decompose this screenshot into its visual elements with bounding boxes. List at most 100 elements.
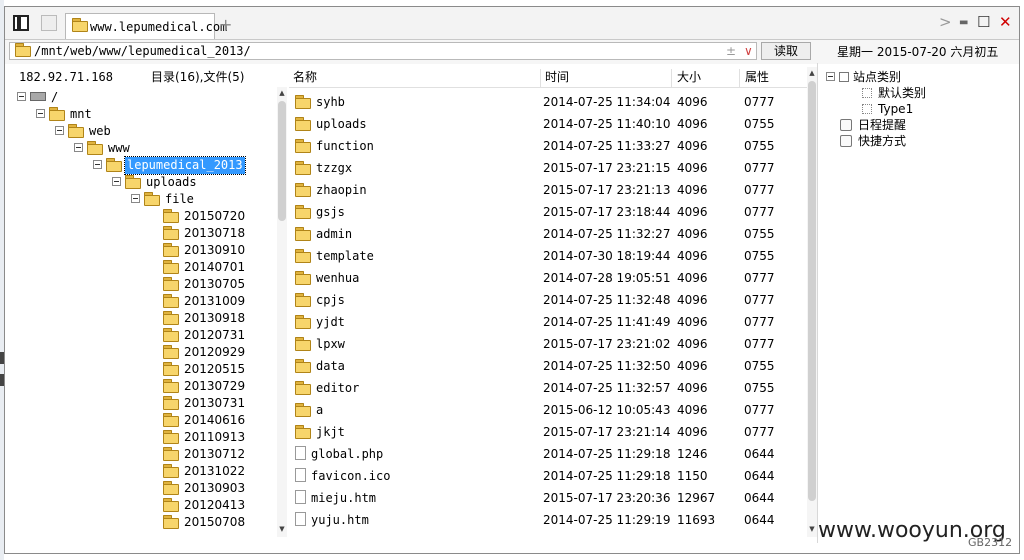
column-header-size[interactable]: 大小: [677, 67, 701, 89]
collapse-icon[interactable]: [93, 160, 102, 169]
folder-icon: [163, 209, 179, 223]
file-row[interactable]: syhb 2014-07-25 11:34:04 4096 0777: [289, 91, 807, 113]
minimize-icon[interactable]: ▬: [959, 17, 968, 28]
file-row[interactable]: wenhua 2014-07-28 19:05:51 4096 0777: [289, 267, 807, 289]
tree-node[interactable]: web: [55, 123, 113, 140]
file-attr: 0777: [744, 425, 775, 439]
tree-node[interactable]: 20120515: [150, 361, 247, 378]
file-row[interactable]: template 2014-07-30 18:19:44 4096 0755: [289, 245, 807, 267]
tree-node[interactable]: 20150720: [150, 208, 247, 225]
tree-node[interactable]: 20130712: [150, 446, 247, 463]
tree-node[interactable]: 20130718: [150, 225, 247, 242]
tree-scroll-thumb[interactable]: [278, 101, 286, 221]
tab-lepumedical[interactable]: www.lepumedical.com: [65, 13, 227, 39]
side-tree-node[interactable]: 快捷方式: [826, 133, 906, 149]
forward-icon[interactable]: >: [939, 13, 952, 31]
file-row[interactable]: a 2015-06-12 10:05:43 4096 0777: [289, 399, 807, 421]
file-row[interactable]: favicon.ico 2014-07-25 11:29:18 1150 0644: [289, 465, 807, 487]
column-header-attr[interactable]: 属性: [745, 67, 769, 89]
tree-node[interactable]: 20120929: [150, 344, 247, 361]
file-row[interactable]: jkjt 2015-07-17 23:21:14 4096 0777: [289, 421, 807, 443]
tree-node[interactable]: 20110913: [150, 429, 247, 446]
title-bar: www.lepumedical.com + > ▬ ☐ ✕: [5, 7, 1019, 40]
file-name-cell: jkjt: [295, 421, 345, 443]
tree-node[interactable]: 20120413: [150, 497, 247, 514]
tree-node[interactable]: 20130918: [150, 310, 247, 327]
category-item-icon: [862, 103, 872, 114]
tree-node[interactable]: 20150708: [150, 514, 247, 531]
collapse-icon[interactable]: [112, 177, 121, 186]
tree-node[interactable]: 20131022: [150, 463, 247, 480]
tree-node[interactable]: file: [131, 191, 196, 208]
drive-icon: [30, 92, 46, 101]
tree-node[interactable]: 20131009: [150, 293, 247, 310]
panel-toggle-icon[interactable]: [13, 15, 29, 31]
file-row[interactable]: function 2014-07-25 11:33:27 4096 0755: [289, 135, 807, 157]
collapse-icon[interactable]: [74, 143, 83, 152]
collapse-icon[interactable]: [17, 92, 26, 101]
chevron-down-icon[interactable]: ∨: [744, 44, 753, 58]
tree-node[interactable]: lepumedical_2013: [93, 156, 246, 175]
file-row[interactable]: admin 2014-07-25 11:32:27 4096 0755: [289, 223, 807, 245]
path-input[interactable]: /mnt/web/www/lepumedical_2013/ ± ∨: [9, 42, 757, 60]
tree-node[interactable]: mnt: [36, 106, 94, 123]
tree-node[interactable]: 20130903: [150, 480, 247, 497]
file-row[interactable]: uploads 2014-07-25 11:40:10 4096 0755: [289, 113, 807, 135]
column-header-name[interactable]: 名称: [293, 67, 317, 89]
scroll-down-icon[interactable]: ▼: [277, 525, 287, 533]
column-header-time[interactable]: 时间: [545, 67, 569, 89]
folder-icon: [163, 294, 179, 308]
tree-node[interactable]: /: [17, 89, 60, 106]
folder-icon: [163, 447, 179, 461]
file-attr: 0755: [744, 227, 775, 241]
collapse-icon[interactable]: [826, 72, 835, 81]
side-tree-node[interactable]: Type1: [862, 101, 913, 117]
folder-icon: [163, 311, 179, 325]
file-row[interactable]: zhaopin 2015-07-17 23:21:13 4096 0777: [289, 179, 807, 201]
new-tab-icon[interactable]: [41, 15, 57, 31]
file-row[interactable]: yjdt 2014-07-25 11:41:49 4096 0777: [289, 311, 807, 333]
file-row[interactable]: global.php 2014-07-25 11:29:18 1246 0644: [289, 443, 807, 465]
tree-node[interactable]: 20130910: [150, 242, 247, 259]
list-scroll-thumb[interactable]: [808, 81, 816, 501]
file-name-cell: mieju.htm: [295, 487, 376, 509]
side-tree-node[interactable]: 默认类别: [862, 85, 926, 101]
side-tree-node[interactable]: 日程提醒: [826, 117, 906, 133]
file-attr: 0644: [744, 513, 775, 527]
file-row[interactable]: yuju.htm 2014-07-25 11:29:19 11693 0644: [289, 509, 807, 531]
tree-node[interactable]: 20130729: [150, 378, 247, 395]
column-divider: [671, 69, 672, 87]
maximize-icon[interactable]: ☐: [977, 13, 990, 31]
side-tree-node[interactable]: 站点类别: [826, 69, 901, 85]
tree-node[interactable]: 20130705: [150, 276, 247, 293]
tree-node[interactable]: uploads: [112, 174, 199, 191]
file-name: lpxw: [316, 337, 345, 351]
file-row[interactable]: lpxw 2015-07-17 23:21:02 4096 0777: [289, 333, 807, 355]
file-row[interactable]: editor 2014-07-25 11:32:57 4096 0755: [289, 377, 807, 399]
file-row[interactable]: mieju.htm 2015-07-17 23:20:36 12967 0644: [289, 487, 807, 509]
tree-scrollbar[interactable]: ▲ ▼: [277, 87, 287, 537]
file-row[interactable]: cpjs 2014-07-25 11:32:48 4096 0777: [289, 289, 807, 311]
file-name: wenhua: [316, 271, 360, 285]
file-row[interactable]: gsjs 2015-07-17 23:18:44 4096 0777: [289, 201, 807, 223]
plus-minus-icon[interactable]: ±: [726, 44, 736, 58]
file-row[interactable]: data 2014-07-25 11:32:50 4096 0755: [289, 355, 807, 377]
file-row[interactable]: tzzgx 2015-07-17 23:21:15 4096 0777: [289, 157, 807, 179]
tree-node[interactable]: 20140616: [150, 412, 247, 429]
close-icon[interactable]: ✕: [999, 13, 1012, 31]
scroll-down-icon[interactable]: ▼: [807, 525, 817, 533]
scroll-up-icon[interactable]: ▲: [807, 69, 817, 77]
tree-node[interactable]: www: [74, 140, 132, 157]
scroll-up-icon[interactable]: ▲: [277, 89, 287, 97]
collapse-icon[interactable]: [55, 126, 64, 135]
tree-node[interactable]: 20140701: [150, 259, 247, 276]
add-tab-button[interactable]: +: [219, 15, 232, 34]
tree-node[interactable]: 20130731: [150, 395, 247, 412]
file-size: 4096: [677, 249, 708, 263]
read-button[interactable]: 读取: [761, 42, 811, 60]
collapse-icon[interactable]: [131, 194, 140, 203]
collapse-icon[interactable]: [36, 109, 45, 118]
file-icon: [295, 468, 306, 482]
tree-node[interactable]: 20120731: [150, 327, 247, 344]
list-scrollbar[interactable]: ▲ ▼: [807, 67, 817, 537]
